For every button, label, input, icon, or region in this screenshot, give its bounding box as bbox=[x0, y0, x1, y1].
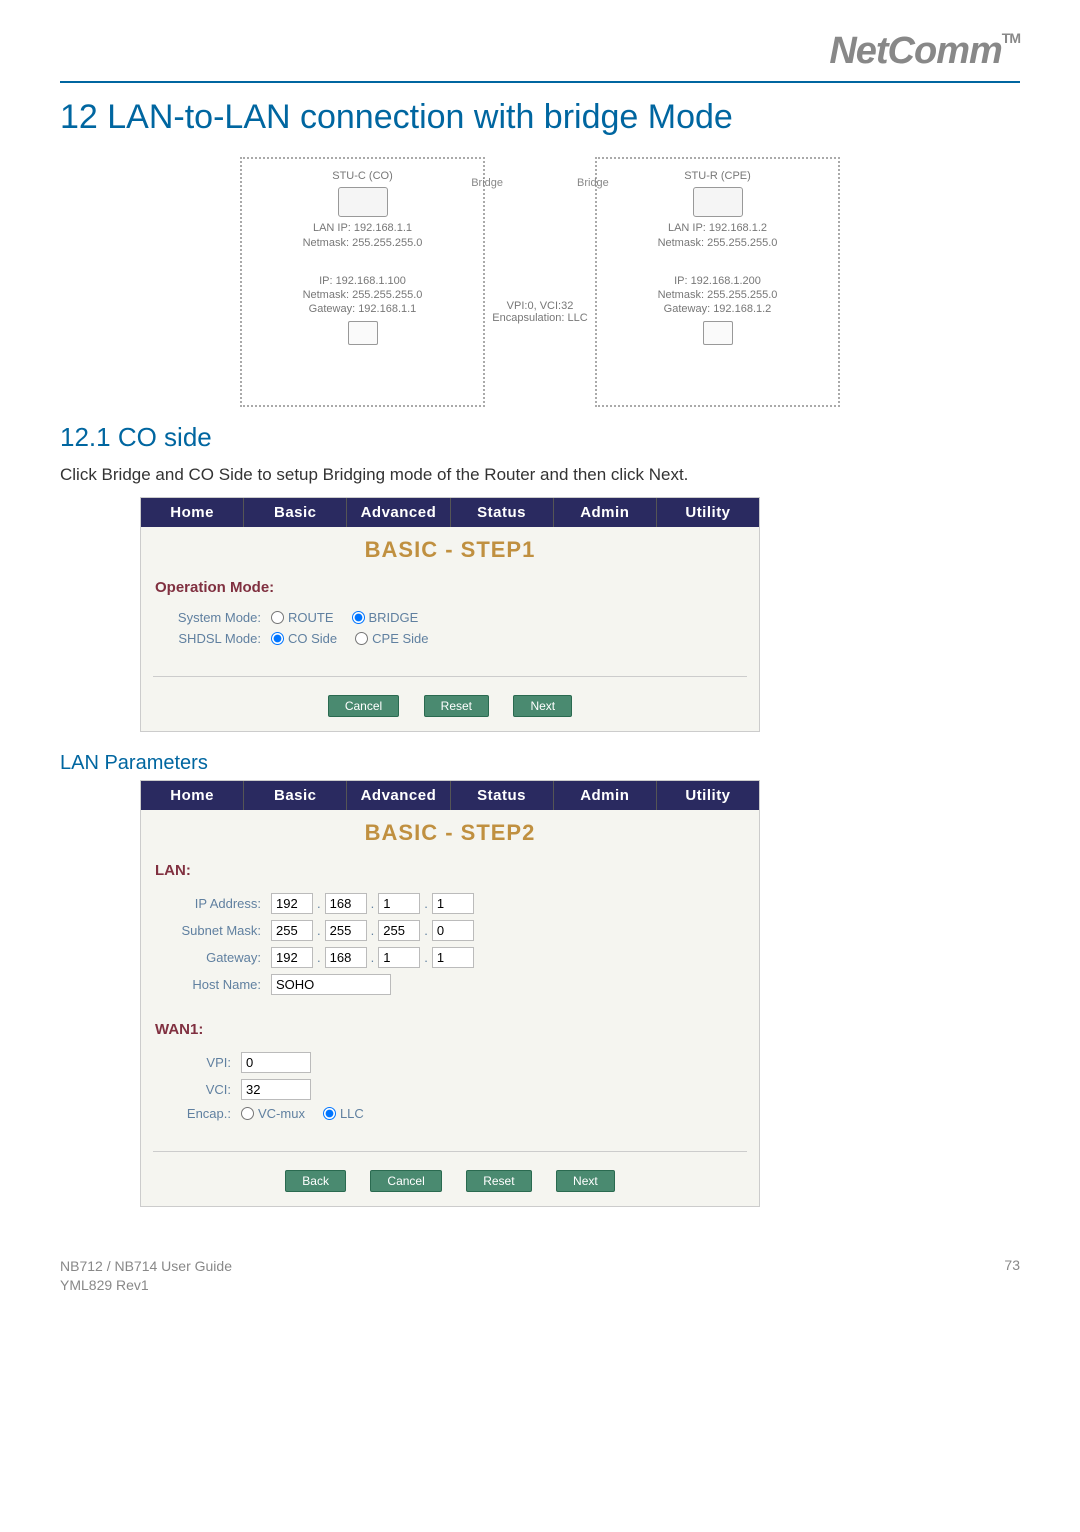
trademark: TM bbox=[1002, 30, 1020, 46]
tab-home[interactable]: Home bbox=[141, 781, 244, 810]
stu-r-label: STU-R (CPE) bbox=[605, 169, 830, 183]
pc-right-node: IP: 192.168.1.200 Netmask: 255.255.255.0… bbox=[605, 274, 830, 345]
laptop-icon bbox=[348, 321, 378, 345]
gw-octet-4[interactable] bbox=[432, 947, 474, 968]
ip-address-label: IP Address: bbox=[161, 896, 271, 911]
divider bbox=[153, 676, 747, 677]
shdsl-co-side[interactable]: CO Side bbox=[271, 631, 337, 646]
tab-advanced[interactable]: Advanced bbox=[347, 781, 450, 810]
wan1-form: VPI: VCI: Encap.: VC-mux LLC bbox=[141, 1044, 759, 1141]
tab-home[interactable]: Home bbox=[141, 498, 244, 527]
operation-mode-label: Operation Mode: bbox=[141, 573, 759, 602]
back-button[interactable]: Back bbox=[285, 1170, 346, 1192]
step1-form: System Mode: ROUTE BRIDGE SHDSL Mode: CO… bbox=[141, 602, 759, 666]
vci-label: VCI: bbox=[161, 1082, 241, 1097]
footer-rev: YML829 Rev1 bbox=[60, 1276, 232, 1296]
basic-step1-screen: Home Basic Advanced Status Admin Utility… bbox=[140, 497, 760, 732]
lan-parameters-title: LAN Parameters bbox=[60, 752, 1020, 775]
host-name-input[interactable] bbox=[271, 974, 391, 995]
mask-octet-2[interactable] bbox=[325, 920, 367, 941]
vpi-vci-text: VPI:0, VCI:32 Encapsulation: LLC bbox=[492, 300, 587, 324]
vpi-input[interactable] bbox=[241, 1052, 311, 1073]
pc-right-text: IP: 192.168.1.200 Netmask: 255.255.255.0… bbox=[605, 274, 830, 317]
bridge-label-left: Bridge bbox=[471, 177, 503, 189]
tab-status[interactable]: Status bbox=[451, 498, 554, 527]
network-diagram: STU-C (CO) LAN IP: 192.168.1.1 Netmask: … bbox=[240, 157, 840, 407]
encap-vcmux[interactable]: VC-mux bbox=[241, 1106, 305, 1121]
gw-octet-1[interactable] bbox=[271, 947, 313, 968]
host-name-label: Host Name: bbox=[161, 977, 271, 992]
laptop-icon bbox=[703, 321, 733, 345]
page-header: NetCommTM bbox=[60, 30, 1020, 83]
wan1-section-label: WAN1: bbox=[141, 1015, 759, 1044]
step2-buttons: Back Cancel Reset Next bbox=[141, 1162, 759, 1206]
intro-text: Click Bridge and CO Side to setup Bridgi… bbox=[60, 463, 1020, 487]
reset-button[interactable]: Reset bbox=[424, 695, 489, 717]
mask-octet-4[interactable] bbox=[432, 920, 474, 941]
reset-button[interactable]: Reset bbox=[466, 1170, 531, 1192]
diagram-center: VPI:0, VCI:32 Encapsulation: LLC bbox=[485, 157, 595, 407]
next-button[interactable]: Next bbox=[513, 695, 572, 717]
chapter-title: 12 LAN-to-LAN connection with bridge Mod… bbox=[60, 98, 1020, 137]
tab-advanced[interactable]: Advanced bbox=[347, 498, 450, 527]
gw-octet-3[interactable] bbox=[378, 947, 420, 968]
subnet-mask-label: Subnet Mask: bbox=[161, 923, 271, 938]
vci-input[interactable] bbox=[241, 1079, 311, 1100]
shdsl-cpe-side[interactable]: CPE Side bbox=[355, 631, 428, 646]
bridge-label-right: Bridge bbox=[577, 177, 609, 189]
shdsl-mode-label: SHDSL Mode: bbox=[161, 631, 271, 646]
ip-octet-4[interactable] bbox=[432, 893, 474, 914]
step2-title: BASIC - STEP2 bbox=[141, 810, 759, 856]
page-footer: NB712 / NB714 User Guide YML829 Rev1 73 bbox=[60, 1247, 1020, 1296]
tab-bar: Home Basic Advanced Status Admin Utility bbox=[141, 498, 759, 527]
tab-basic[interactable]: Basic bbox=[244, 781, 347, 810]
system-mode-route[interactable]: ROUTE bbox=[271, 610, 334, 625]
tab-admin[interactable]: Admin bbox=[554, 781, 657, 810]
stu-c-node: STU-C (CO) LAN IP: 192.168.1.1 Netmask: … bbox=[250, 169, 475, 250]
lan-right-text: LAN IP: 192.168.1.2 Netmask: 255.255.255… bbox=[605, 221, 830, 250]
cancel-button[interactable]: Cancel bbox=[328, 695, 399, 717]
system-mode-bridge[interactable]: BRIDGE bbox=[352, 610, 419, 625]
stu-r-node: STU-R (CPE) LAN IP: 192.168.1.2 Netmask:… bbox=[605, 169, 830, 250]
tab-bar: Home Basic Advanced Status Admin Utility bbox=[141, 781, 759, 810]
divider bbox=[153, 1151, 747, 1152]
router-icon bbox=[693, 187, 743, 217]
pc-left-node: IP: 192.168.1.100 Netmask: 255.255.255.0… bbox=[250, 274, 475, 345]
router-icon bbox=[338, 187, 388, 217]
vpi-label: VPI: bbox=[161, 1055, 241, 1070]
footer-guide: NB712 / NB714 User Guide bbox=[60, 1257, 232, 1277]
encap-label: Encap.: bbox=[161, 1106, 241, 1121]
mask-octet-1[interactable] bbox=[271, 920, 313, 941]
tab-utility[interactable]: Utility bbox=[657, 781, 759, 810]
mask-octet-3[interactable] bbox=[378, 920, 420, 941]
diagram-left-panel: STU-C (CO) LAN IP: 192.168.1.1 Netmask: … bbox=[240, 157, 485, 407]
tab-utility[interactable]: Utility bbox=[657, 498, 759, 527]
basic-step2-screen: Home Basic Advanced Status Admin Utility… bbox=[140, 780, 760, 1207]
lan-section-label: LAN: bbox=[141, 856, 759, 885]
stu-c-label: STU-C (CO) bbox=[250, 169, 475, 183]
section-title: 12.1 CO side bbox=[60, 422, 1020, 453]
tab-admin[interactable]: Admin bbox=[554, 498, 657, 527]
pc-left-text: IP: 192.168.1.100 Netmask: 255.255.255.0… bbox=[250, 274, 475, 317]
tab-basic[interactable]: Basic bbox=[244, 498, 347, 527]
encap-llc[interactable]: LLC bbox=[323, 1106, 364, 1121]
cancel-button[interactable]: Cancel bbox=[370, 1170, 441, 1192]
logo: NetCommTM bbox=[829, 30, 1020, 72]
lan-form: IP Address: . . . Subnet Mask: . . . Gat… bbox=[141, 885, 759, 1015]
tab-status[interactable]: Status bbox=[451, 781, 554, 810]
gateway-label: Gateway: bbox=[161, 950, 271, 965]
ip-octet-2[interactable] bbox=[325, 893, 367, 914]
system-mode-label: System Mode: bbox=[161, 610, 271, 625]
next-button[interactable]: Next bbox=[556, 1170, 615, 1192]
ip-octet-1[interactable] bbox=[271, 893, 313, 914]
step1-buttons: Cancel Reset Next bbox=[141, 687, 759, 731]
lan-left-text: LAN IP: 192.168.1.1 Netmask: 255.255.255… bbox=[250, 221, 475, 250]
ip-octet-3[interactable] bbox=[378, 893, 420, 914]
diagram-right-panel: Bridge STU-R (CPE) LAN IP: 192.168.1.2 N… bbox=[595, 157, 840, 407]
step1-title: BASIC - STEP1 bbox=[141, 527, 759, 573]
gw-octet-2[interactable] bbox=[325, 947, 367, 968]
page-number: 73 bbox=[1004, 1257, 1020, 1296]
